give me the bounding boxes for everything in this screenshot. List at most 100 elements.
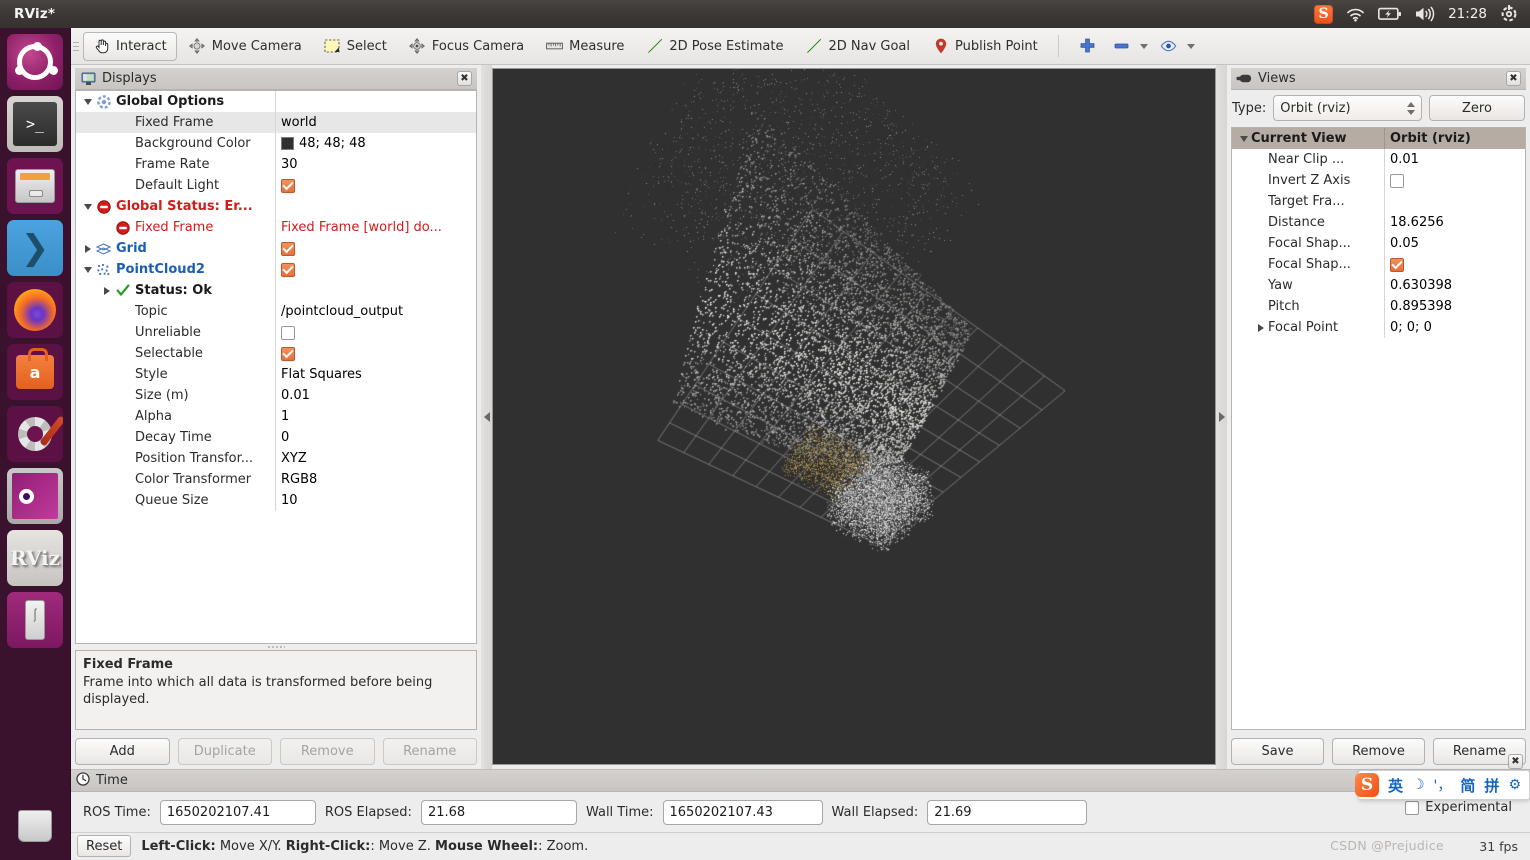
views-row-value-cell[interactable]: 18.6256 <box>1384 212 1525 233</box>
displays-tree-row[interactable]: Topic/pointcloud_output <box>76 301 476 322</box>
views-row-name-cell[interactable]: Pitch <box>1232 296 1384 317</box>
battery-icon[interactable] <box>1378 4 1402 24</box>
views-tree-row[interactable]: Focal Point0; 0; 0 <box>1232 317 1525 338</box>
tree-row-name-cell[interactable]: Frame Rate <box>76 154 275 175</box>
row-checkbox[interactable] <box>281 263 295 277</box>
displays-tree-row[interactable]: PointCloud2 <box>76 259 476 280</box>
tree-row-name-cell[interactable]: Alpha <box>76 406 275 427</box>
wifi-icon[interactable] <box>1346 4 1365 24</box>
views-row-value-cell[interactable]: 0.630398 <box>1384 275 1525 296</box>
tree-row-name-cell[interactable]: Background Color <box>76 133 275 154</box>
views-save-button[interactable]: Save <box>1231 738 1324 765</box>
row-checkbox[interactable] <box>281 326 295 340</box>
launcher-item-trash[interactable] <box>7 798 63 854</box>
chevron-down-icon[interactable] <box>1187 44 1195 49</box>
tree-row-name-cell[interactable]: Status: Ok <box>76 280 275 301</box>
launcher-item-settings[interactable] <box>7 406 63 462</box>
views-remove-button[interactable]: Remove <box>1332 738 1425 765</box>
views-row-value-cell[interactable] <box>1384 170 1525 191</box>
views-tree-row[interactable]: Distance18.6256 <box>1232 212 1525 233</box>
zero-button[interactable]: Zero <box>1429 95 1525 121</box>
row-checkbox[interactable] <box>1390 258 1404 272</box>
views-row-name-cell[interactable]: Focal Shap... <box>1232 254 1384 275</box>
launcher-item-usb[interactable]: ⎰ <box>7 592 63 648</box>
tree-row-name-cell[interactable]: Position Transfor... <box>76 448 275 469</box>
views-row-name-cell[interactable]: Yaw <box>1232 275 1384 296</box>
tree-row-value-cell[interactable] <box>275 280 476 301</box>
tool-2d-nav-goal[interactable]: 2D Nav Goal <box>795 32 920 61</box>
tree-row-value-cell[interactable] <box>275 259 476 280</box>
ime-mode-english[interactable]: 英 <box>1388 775 1403 796</box>
launcher-item-rviz[interactable]: RViz <box>7 530 63 586</box>
views-row-value-cell[interactable]: 0.01 <box>1384 149 1525 170</box>
chevron-right-icon[interactable] <box>80 245 95 253</box>
views-tree-header[interactable]: Current ViewOrbit (rviz) <box>1232 128 1525 149</box>
tree-row-name-cell[interactable]: Style <box>76 364 275 385</box>
launcher-item-amazon[interactable]: a <box>7 344 63 400</box>
visibility-button[interactable] <box>1155 32 1200 61</box>
displays-tree-row[interactable]: Unreliable <box>76 322 476 343</box>
displays-add-button[interactable]: Add <box>75 738 170 765</box>
left-view-splitter[interactable] <box>481 65 492 769</box>
tree-row-value-cell[interactable]: world <box>275 112 476 133</box>
spinner-arrows-icon[interactable] <box>1407 102 1415 115</box>
time-field-wall-elapsed[interactable]: 21.69 <box>927 800 1087 825</box>
launcher-item-terminal[interactable]: >_ <box>7 96 63 152</box>
tree-row-value-cell[interactable]: 30 <box>275 154 476 175</box>
views-tree-row[interactable]: Near Clip ...0.01 <box>1232 149 1525 170</box>
tree-row-name-cell[interactable]: Default Light <box>76 175 275 196</box>
render-viewport-3d[interactable] <box>492 68 1216 765</box>
views-row-value-cell[interactable]: 0; 0; 0 <box>1384 317 1525 338</box>
displays-tree-row[interactable]: Selectable <box>76 343 476 364</box>
tree-row-value-cell[interactable] <box>275 91 476 112</box>
views-row-value-cell[interactable]: 0.05 <box>1384 233 1525 254</box>
tree-row-name-cell[interactable]: Global Options <box>76 91 275 112</box>
views-row-value-cell[interactable] <box>1384 254 1525 275</box>
tree-row-name-cell[interactable]: Fixed Frame <box>76 217 275 238</box>
displays-tree[interactable]: Global OptionsFixed FrameworldBackground… <box>75 90 477 644</box>
displays-tree-row[interactable]: Alpha1 <box>76 406 476 427</box>
views-row-name-cell[interactable]: Focal Shap... <box>1232 233 1384 254</box>
displays-tree-row[interactable]: Fixed Frameworld <box>76 112 476 133</box>
ime-moon-icon[interactable]: ☽ <box>1412 777 1425 793</box>
tool-select[interactable]: Select <box>314 32 397 61</box>
tree-row-value-cell[interactable]: /pointcloud_output <box>275 301 476 322</box>
views-tree-row[interactable]: Yaw0.630398 <box>1232 275 1525 296</box>
tool-focus-camera[interactable]: Focus Camera <box>399 32 534 61</box>
system-menu-gear-icon[interactable] <box>1500 4 1518 24</box>
tree-row-name-cell[interactable]: Queue Size <box>76 490 275 511</box>
tool-interact[interactable]: Interact <box>83 32 177 61</box>
time-field-ros-elapsed[interactable]: 21.68 <box>421 800 577 825</box>
reset-button[interactable]: Reset <box>77 835 131 857</box>
tree-row-name-cell[interactable]: Decay Time <box>76 427 275 448</box>
ime-punctuation-icon[interactable]: '， <box>1434 775 1452 795</box>
displays-tree-row[interactable]: Global Options <box>76 91 476 112</box>
launcher-item-ubuntu-dash[interactable] <box>7 34 63 90</box>
row-checkbox[interactable] <box>281 347 295 361</box>
tree-row-value-cell[interactable] <box>275 175 476 196</box>
gear-icon[interactable]: ⚙ <box>1508 777 1521 793</box>
tree-row-value-cell[interactable] <box>275 238 476 259</box>
chevron-down-icon[interactable] <box>1236 136 1251 142</box>
tree-row-name-cell[interactable]: Grid <box>76 238 275 259</box>
displays-tree-row[interactable]: Color TransformerRGB8 <box>76 469 476 490</box>
volume-icon[interactable] <box>1415 4 1435 24</box>
views-tree-row[interactable]: Focal Shap...0.05 <box>1232 233 1525 254</box>
row-checkbox[interactable] <box>281 179 295 193</box>
displays-tree-row[interactable]: Frame Rate30 <box>76 154 476 175</box>
tree-row-name-cell[interactable]: Fixed Frame <box>76 112 275 133</box>
displays-tree-row[interactable]: Fixed FrameFixed Frame [world] do... <box>76 217 476 238</box>
current-view-name-cell[interactable]: Current View <box>1232 128 1384 149</box>
chevron-down-icon[interactable] <box>80 99 95 105</box>
tree-row-value-cell[interactable] <box>275 196 476 217</box>
views-tree-row[interactable]: Invert Z Axis <box>1232 170 1525 191</box>
tree-row-value-cell[interactable]: 48; 48; 48 <box>275 133 476 154</box>
displays-tree-row[interactable]: Status: Ok <box>76 280 476 301</box>
time-field-ros-time[interactable]: 1650202107.41 <box>160 800 316 825</box>
close-icon[interactable]: ✖ <box>1508 754 1523 769</box>
experimental-checkbox-row[interactable]: Experimental <box>1405 800 1512 815</box>
tree-row-name-cell[interactable]: Selectable <box>76 343 275 364</box>
ime-simplified-toggle[interactable]: 简 <box>1460 775 1475 796</box>
add-tool-button[interactable] <box>1069 32 1106 61</box>
toolbar-drag-handle[interactable] <box>73 34 79 58</box>
